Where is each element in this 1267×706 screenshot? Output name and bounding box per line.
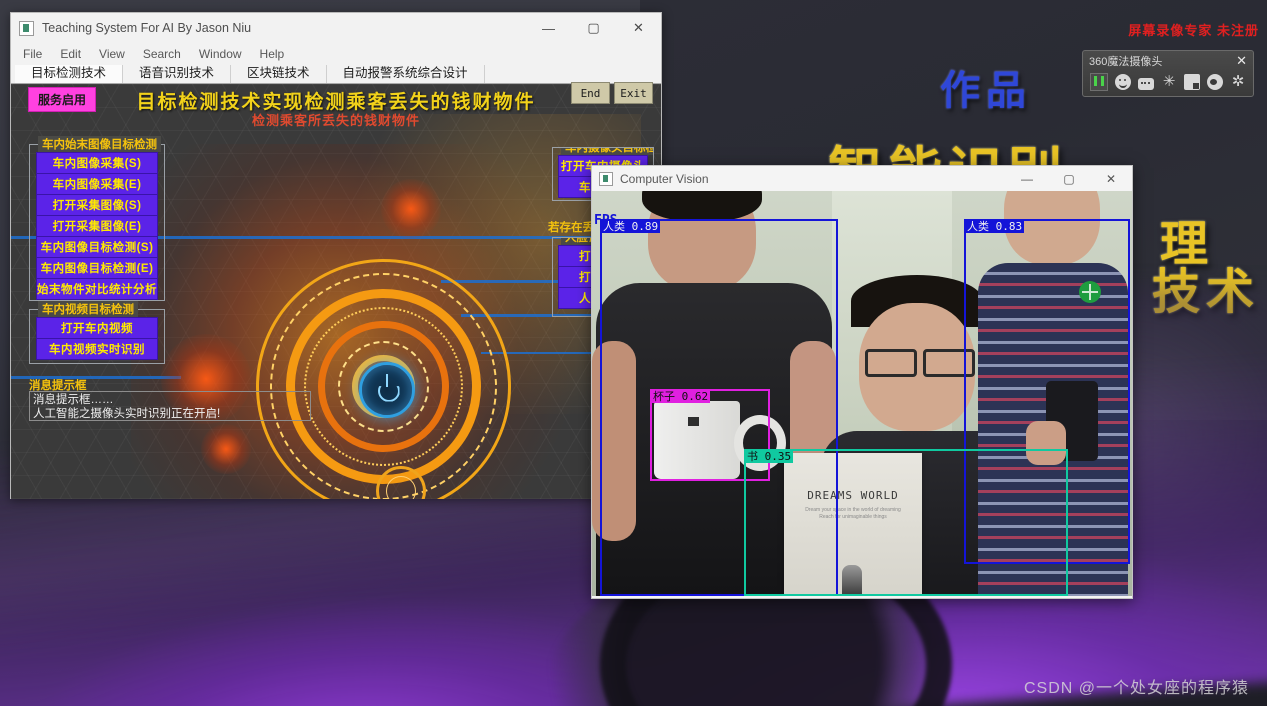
- btn-open-video[interactable]: 打开车内视频: [36, 317, 158, 339]
- maximize-button[interactable]: ▢: [571, 13, 616, 43]
- video-feed: DREAMS WORLD Dream your space in the wor…: [592, 191, 1132, 596]
- person-center-glasses-left: [865, 349, 917, 377]
- page-subtitle: 检测乘客所丢失的钱财物件: [251, 113, 420, 128]
- hud-red-glow-3: [381, 179, 441, 239]
- hud-ring-graphic: [256, 259, 511, 499]
- crosshair-marker-icon: [1079, 281, 1101, 303]
- detection-label-book: 书 0.35: [745, 450, 794, 463]
- menu-item-file[interactable]: File: [23, 47, 42, 61]
- group-camera-detection-legend: 车内摄像头目标检测: [561, 148, 653, 155]
- main-title-bar: Teaching System For AI By Jason Niu — ▢ …: [11, 13, 661, 43]
- detection-label-person-right: 人类 0.83: [965, 220, 1025, 233]
- menu-item-search[interactable]: Search: [143, 47, 181, 61]
- cv-app-icon: [599, 171, 613, 186]
- cam360-title: 360魔法摄像头: [1089, 55, 1163, 68]
- btn-detect-end[interactable]: 车内图像目标检测(E): [36, 258, 158, 279]
- window-control-group: — ▢ ✕: [526, 13, 661, 43]
- group-image-detection: 车内始末图像目标检测 车内图像采集(S) 车内图像采集(E) 打开采集图像(S)…: [29, 136, 165, 301]
- menu-item-help[interactable]: Help: [260, 47, 285, 61]
- teaching-system-window: Teaching System For AI By Jason Niu — ▢ …: [10, 12, 662, 499]
- btn-open-capture-start[interactable]: 打开采集图像(S): [36, 195, 158, 216]
- gear-icon[interactable]: ✲: [1230, 74, 1246, 90]
- tab-bar: 目标检测技术 语音识别技术 区块链技术 自动报警系统综合设计: [11, 65, 661, 84]
- cv-minimize-button[interactable]: —: [1006, 166, 1048, 191]
- close-button[interactable]: ✕: [616, 13, 661, 43]
- group-video-detection-legend: 车内视频目标检测: [38, 301, 138, 317]
- exit-button[interactable]: Exit: [614, 82, 653, 104]
- btn-open-capture-end[interactable]: 打开采集图像(E): [36, 216, 158, 237]
- window-title: Teaching System For AI By Jason Niu: [42, 21, 252, 35]
- hud-red-glow-2: [201, 424, 251, 474]
- btn-capture-end[interactable]: 车内图像采集(E): [36, 174, 158, 195]
- cv-title-bar: Computer Vision — ▢ ✕: [592, 166, 1132, 191]
- top-button-group: End Exit: [567, 82, 653, 104]
- tab-blockchain[interactable]: 区块链技术: [231, 65, 327, 83]
- message-line-1: 消息提示框……: [33, 394, 114, 406]
- tab-object-detection[interactable]: 目标检测技术: [15, 65, 124, 83]
- btn-compare-analysis[interactable]: 始末物件对比统计分析: [36, 279, 158, 300]
- computer-vision-window: Computer Vision — ▢ ✕ DREAMS WORLD Dream…: [591, 165, 1133, 599]
- menu-bar: File Edit View Search Window Help: [11, 43, 661, 65]
- cv-window-title: Computer Vision: [620, 171, 709, 186]
- fps-label: FPS: [594, 213, 618, 228]
- cv-window-controls: — ▢ ✕: [1006, 166, 1132, 191]
- smiley-icon[interactable]: [1115, 74, 1131, 90]
- pause-icon[interactable]: [1090, 73, 1108, 91]
- menu-item-edit[interactable]: Edit: [60, 47, 81, 61]
- group-image-detection-legend: 车内始末图像目标检测: [38, 136, 161, 152]
- end-button[interactable]: End: [571, 82, 610, 104]
- app-icon: [19, 20, 34, 36]
- cam360-header: 360魔法摄像头 ✕: [1083, 51, 1253, 70]
- frame-icon[interactable]: [1184, 74, 1200, 90]
- btn-detect-start[interactable]: 车内图像目标检测(S): [36, 237, 158, 258]
- btn-capture-start[interactable]: 车内图像采集(S): [36, 152, 158, 174]
- message-box[interactable]: 消息提示框…… 人工智能之摄像头实时识别正在开启!: [29, 391, 311, 421]
- tab-auto-alarm-design[interactable]: 自动报警系统综合设计: [327, 65, 485, 83]
- screen-recorder-watermark: 屏幕录像专家 未注册: [1128, 23, 1259, 38]
- sparkle-icon[interactable]: ✳: [1161, 74, 1177, 90]
- detection-box-book: 书 0.35: [744, 449, 1068, 596]
- detection-label-cup: 杯子 0.62: [651, 390, 711, 403]
- csdn-watermark: CSDN @一个处女座的程序猿: [1023, 680, 1249, 697]
- close-icon[interactable]: ✕: [1236, 53, 1247, 69]
- btn-video-realtime[interactable]: 车内视频实时识别: [36, 339, 158, 360]
- cv-close-button[interactable]: ✕: [1090, 166, 1132, 191]
- group-video-detection: 车内视频目标检测 打开车内视频 车内视频实时识别: [29, 301, 165, 364]
- minimize-button[interactable]: —: [526, 13, 571, 43]
- menu-item-view[interactable]: View: [99, 47, 125, 61]
- cv-maximize-button[interactable]: ▢: [1048, 166, 1090, 191]
- power-icon: [358, 361, 415, 418]
- message-line-2: 人工智能之摄像头实时识别正在开启!: [33, 408, 221, 420]
- chat-icon[interactable]: [1138, 78, 1154, 90]
- cam360-icon-row: ✳ ✲: [1083, 70, 1253, 94]
- menu-item-window[interactable]: Window: [199, 47, 242, 61]
- weibo-icon[interactable]: [1207, 74, 1223, 90]
- cam360-toolbar: 360魔法摄像头 ✕ ✳ ✲: [1082, 50, 1254, 97]
- tab-speech-recognition[interactable]: 语音识别技术: [123, 65, 232, 83]
